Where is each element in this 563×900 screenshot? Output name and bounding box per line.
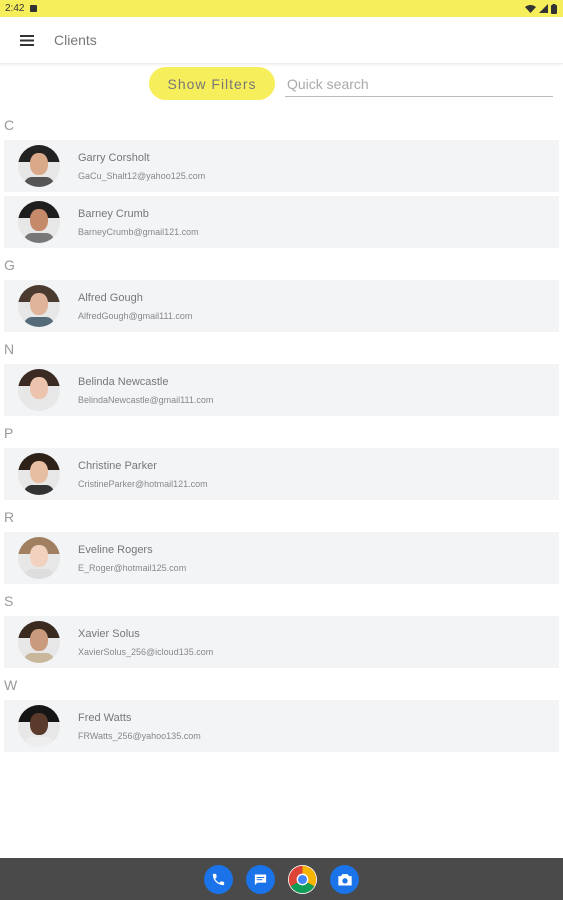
section-letter: P xyxy=(4,425,14,441)
section-letter: N xyxy=(4,341,15,357)
app-bar: Clients xyxy=(0,17,563,64)
section-letter: R xyxy=(4,509,15,525)
avatar xyxy=(18,201,60,243)
messages-app-button[interactable] xyxy=(246,864,275,894)
client-list: C Garry Corsholt GaCu_Shalt12@yahoo125.com… xyxy=(0,112,563,756)
client-info: Alfred Gough AlfredGough@gmail111.com xyxy=(78,291,192,322)
client-email: FRWatts_256@yahoo135.com xyxy=(78,730,201,741)
chrome-icon xyxy=(288,865,317,893)
phone-app-button[interactable] xyxy=(204,864,233,894)
client-card[interactable]: Garry Corsholt GaCu_Shalt12@yahoo125.com xyxy=(4,140,559,192)
avatar-body xyxy=(24,177,54,187)
section-letter: W xyxy=(4,677,18,693)
client-card[interactable]: Fred Watts FRWatts_256@yahoo135.com xyxy=(4,700,559,752)
avatar-face xyxy=(30,713,48,735)
client-info: Belinda Newcastle BelindaNewcastle@gmail1… xyxy=(78,375,213,406)
cell-signal-icon xyxy=(539,4,548,13)
avatar-face xyxy=(30,153,48,175)
client-name: Fred Watts xyxy=(78,711,132,724)
client-name: Belinda Newcastle xyxy=(78,375,169,388)
camera-app-button[interactable] xyxy=(330,864,359,894)
avatar-body xyxy=(24,737,54,747)
avatar xyxy=(18,537,60,579)
avatar-body xyxy=(24,233,54,243)
client-info: Christine Parker CristineParker@hotmail12… xyxy=(78,459,208,490)
section-letter: S xyxy=(4,593,14,609)
client-name: Garry Corsholt xyxy=(78,151,150,164)
avatar-face xyxy=(30,545,48,567)
client-info: Fred Watts FRWatts_256@yahoo135.com xyxy=(78,711,201,742)
avatar xyxy=(18,285,60,327)
client-info: Xavier Solus XavierSolus_256@icloud135.co… xyxy=(78,627,213,658)
wifi-icon xyxy=(525,5,536,13)
client-email: CristineParker@hotmail121.com xyxy=(78,478,208,489)
camera-icon xyxy=(337,873,352,885)
client-email: E_Roger@hotmail125.com xyxy=(78,562,187,573)
client-name: Eveline Rogers xyxy=(78,543,153,556)
avatar xyxy=(18,453,60,495)
client-card[interactable]: Christine Parker CristineParker@hotmail12… xyxy=(4,448,559,500)
client-email: AlfredGough@gmail111.com xyxy=(78,310,193,321)
client-name: Christine Parker xyxy=(78,459,157,472)
avatar-body xyxy=(24,653,54,663)
client-email: XavierSolus_256@icloud135.com xyxy=(78,646,214,657)
section-letter: C xyxy=(4,117,15,133)
phone-icon xyxy=(212,873,225,885)
quick-search-input[interactable] xyxy=(285,71,553,97)
client-info: Garry Corsholt GaCu_Shalt12@yahoo125.com xyxy=(78,151,205,182)
sd-card-icon xyxy=(30,5,38,12)
client-info: Barney Crumb BarneyCrumb@gmail121.com xyxy=(78,207,199,238)
hamburger-menu-icon xyxy=(20,34,34,46)
navigation-bar xyxy=(0,858,563,900)
client-name: Alfred Gough xyxy=(78,291,143,304)
client-info: Eveline Rogers E_Roger@hotmail125.com xyxy=(78,543,186,574)
messages-icon xyxy=(254,874,267,885)
avatar xyxy=(18,145,60,187)
avatar-body xyxy=(24,317,54,327)
page-title: Clients xyxy=(54,32,97,48)
client-name: Barney Crumb xyxy=(78,207,149,220)
battery-icon xyxy=(551,3,557,14)
avatar-face xyxy=(30,209,48,231)
client-email: GaCu_Shalt12@yahoo125.com xyxy=(78,170,206,181)
filter-row: Show Filters xyxy=(0,63,563,105)
client-card[interactable]: Eveline Rogers E_Roger@hotmail125.com xyxy=(4,532,559,584)
menu-button[interactable] xyxy=(17,30,37,50)
client-email: BelindaNewcastle@gmail111.com xyxy=(78,394,214,405)
client-card[interactable]: Barney Crumb BarneyCrumb@gmail121.com xyxy=(4,196,559,248)
status-time: 2:42 xyxy=(5,3,25,14)
client-name: Xavier Solus xyxy=(78,627,140,640)
client-email: BarneyCrumb@gmail121.com xyxy=(78,226,199,237)
avatar xyxy=(18,705,60,747)
status-bar: 2:42 xyxy=(0,0,563,17)
avatar-body xyxy=(24,485,54,495)
client-card[interactable]: Alfred Gough AlfredGough@gmail111.com xyxy=(4,280,559,332)
avatar-face xyxy=(30,629,48,651)
avatar-face xyxy=(30,377,48,399)
client-card[interactable]: Xavier Solus XavierSolus_256@icloud135.co… xyxy=(4,616,559,668)
avatar-face xyxy=(30,461,48,483)
section-letter: G xyxy=(4,257,15,273)
avatar xyxy=(18,621,60,663)
avatar-body xyxy=(24,401,54,411)
avatar-face xyxy=(30,293,48,315)
chrome-app-button[interactable] xyxy=(288,864,317,894)
client-card[interactable]: Belinda Newcastle BelindaNewcastle@gmail1… xyxy=(4,364,559,416)
avatar xyxy=(18,369,60,411)
show-filters-button[interactable]: Show Filters xyxy=(149,67,275,100)
avatar-body xyxy=(24,569,54,579)
